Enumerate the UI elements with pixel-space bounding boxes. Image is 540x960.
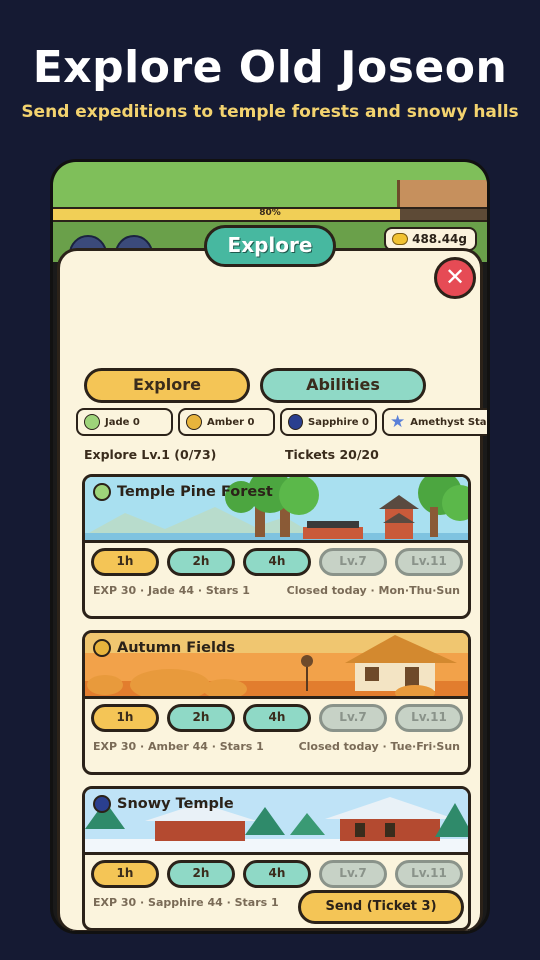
gem-amethyst-star: ★ Amethyst Star 0 bbox=[382, 408, 487, 436]
location-footer: EXP 30 · Jade 44 · Stars 1 Closed today … bbox=[85, 576, 468, 597]
duration-lv11-locked: Lv.11 bbox=[395, 704, 463, 732]
star-gem-icon: ★ bbox=[390, 411, 406, 432]
location-footer: EXP 30 · Amber 44 · Stars 1 Closed today… bbox=[85, 732, 468, 753]
duration-2h-button[interactable]: 2h bbox=[167, 704, 235, 732]
location-title: Temple Pine Forest bbox=[93, 483, 273, 501]
gem-amber: Amber 0 bbox=[178, 408, 275, 436]
duration-lv7-locked: Lv.7 bbox=[319, 704, 387, 732]
location-rewards: EXP 30 · Amber 44 · Stars 1 bbox=[93, 740, 264, 753]
promo-title: Explore Old Joseon bbox=[32, 42, 508, 93]
send-expedition-button[interactable]: Send (Ticket 3) bbox=[298, 890, 464, 924]
location-schedule: Closed today · Mon·Thu·Sun bbox=[286, 584, 460, 597]
duration-options: 1h 2h 4h Lv.7 Lv.11 bbox=[85, 855, 468, 888]
duration-lv7-locked: Lv.7 bbox=[319, 548, 387, 576]
phone-frame: 80% 488.44g Explore ✕ Explore Abilities … bbox=[50, 159, 490, 934]
location-rewards: EXP 30 · Jade 44 · Stars 1 bbox=[93, 584, 250, 597]
close-button[interactable]: ✕ bbox=[434, 257, 476, 299]
progress-label: 80% bbox=[259, 208, 281, 218]
tickets-count: Tickets 20/20 bbox=[285, 447, 379, 462]
duration-lv11-locked: Lv.11 bbox=[395, 860, 463, 888]
location-card-temple-pine-forest: Temple Pine Forest 1h 2h 4h Lv.7 Lv.11 E… bbox=[82, 474, 471, 619]
progress-bar: 80% bbox=[53, 207, 487, 222]
sapphire-gem-icon bbox=[93, 795, 111, 813]
location-banner: Temple Pine Forest bbox=[85, 477, 468, 543]
location-title: Autumn Fields bbox=[93, 639, 235, 657]
coin-icon bbox=[392, 233, 409, 245]
gem-sapphire: Sapphire 0 bbox=[280, 408, 377, 436]
promo-subtitle: Send expeditions to temple forests and s… bbox=[21, 102, 519, 122]
jade-gem-icon bbox=[84, 414, 100, 430]
amber-gem-icon bbox=[93, 639, 111, 657]
panel-title: Explore bbox=[204, 225, 336, 267]
location-card-snowy-temple: Snowy Temple 1h 2h 4h Lv.7 Lv.11 EXP 30 … bbox=[82, 786, 471, 931]
amber-gem-icon bbox=[186, 414, 202, 430]
location-card-autumn-fields: Autumn Fields 1h 2h 4h Lv.7 Lv.11 EXP 30… bbox=[82, 630, 471, 775]
duration-1h-button[interactable]: 1h bbox=[91, 704, 159, 732]
duration-options: 1h 2h 4h Lv.7 Lv.11 bbox=[85, 543, 468, 576]
duration-4h-button[interactable]: 4h bbox=[243, 704, 311, 732]
gold-amount: 488.44g bbox=[412, 232, 467, 246]
gem-counters: Jade 0 Amber 0 Sapphire 0 ★ Amethyst Sta… bbox=[76, 408, 487, 436]
tab-explore[interactable]: Explore bbox=[84, 368, 250, 403]
duration-lv11-locked: Lv.11 bbox=[395, 548, 463, 576]
duration-lv7-locked: Lv.7 bbox=[319, 860, 387, 888]
explore-level: Explore Lv.1 (0/73) bbox=[84, 447, 217, 462]
location-schedule: Closed today · Tue·Fri·Sun bbox=[298, 740, 460, 753]
close-icon: ✕ bbox=[444, 263, 466, 291]
location-banner: Autumn Fields bbox=[85, 633, 468, 699]
gem-jade: Jade 0 bbox=[76, 408, 173, 436]
location-rewards: EXP 30 · Sapphire 44 · Stars 1 bbox=[93, 896, 279, 909]
explore-panel: Explore Abilities Jade 0 Amber 0 Sapphir… bbox=[57, 248, 487, 931]
location-title: Snowy Temple bbox=[93, 795, 234, 813]
sapphire-gem-icon bbox=[288, 414, 304, 430]
jade-gem-icon bbox=[93, 483, 111, 501]
duration-1h-button[interactable]: 1h bbox=[91, 548, 159, 576]
duration-options: 1h 2h 4h Lv.7 Lv.11 bbox=[85, 699, 468, 732]
duration-2h-button[interactable]: 2h bbox=[167, 548, 235, 576]
duration-2h-button[interactable]: 2h bbox=[167, 860, 235, 888]
location-banner: Snowy Temple bbox=[85, 789, 468, 855]
tab-abilities[interactable]: Abilities bbox=[260, 368, 426, 403]
panel-tabs: Explore Abilities bbox=[84, 368, 426, 403]
duration-1h-button[interactable]: 1h bbox=[91, 860, 159, 888]
duration-4h-button[interactable]: 4h bbox=[243, 860, 311, 888]
duration-4h-button[interactable]: 4h bbox=[243, 548, 311, 576]
